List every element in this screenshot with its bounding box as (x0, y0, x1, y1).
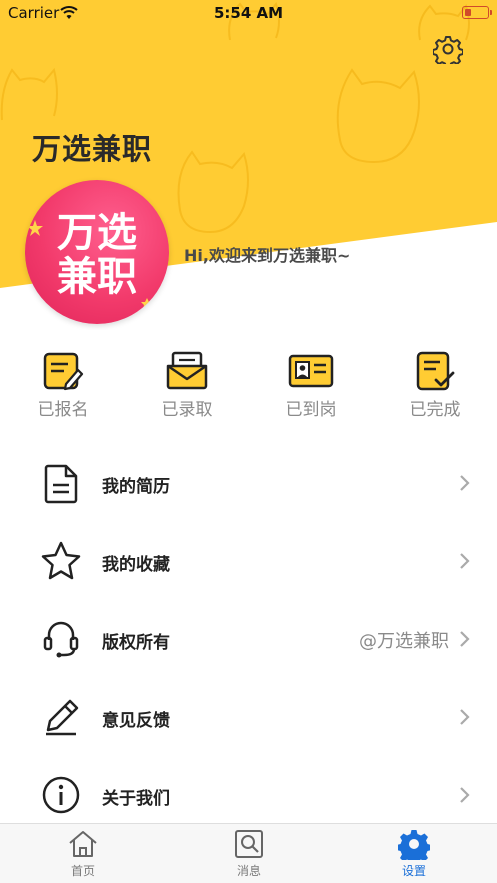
status-label: 已完成 (409, 400, 461, 420)
tab-bar: 首页 消息 设置 (0, 823, 497, 883)
copyright-value: @万选兼职 (359, 631, 449, 652)
completed-icon (416, 351, 455, 391)
menu-label: 意见反馈 (102, 711, 170, 731)
settings-icon (398, 830, 430, 860)
tab-label: 消息 (236, 864, 261, 878)
menu-label: 版权所有 (102, 633, 170, 653)
application-status-row: 已报名 已录取 已到岗 已完成 (0, 346, 497, 424)
gear-icon[interactable] (433, 34, 463, 64)
status-label: 已报名 (37, 400, 89, 420)
headset-icon (43, 621, 79, 658)
logo-text-bottom: 兼职 (57, 254, 137, 300)
profile-header: Carrier 5:54 AM 万选兼职 万选 兼职 Hi,欢迎来到万选兼职~ (0, 0, 497, 330)
tab-messages[interactable]: 消息 (166, 824, 332, 883)
on-duty-icon (288, 354, 334, 388)
resume-icon (44, 464, 78, 504)
menu-item-favorites[interactable]: 我的收藏 (0, 522, 497, 600)
tab-label: 首页 (70, 864, 95, 878)
battery-icon (462, 6, 492, 19)
chevron-right-icon (460, 631, 470, 647)
status-signed-up[interactable]: 已报名 (13, 346, 113, 424)
info-icon (42, 776, 80, 814)
logo-text-top: 万选 (57, 210, 137, 256)
chevron-right-icon (460, 787, 470, 803)
menu-label: 关于我们 (102, 789, 170, 809)
chevron-right-icon (460, 709, 470, 725)
signed-up-icon (43, 352, 84, 391)
menu-item-copyright[interactable]: 版权所有 @万选兼职 (0, 600, 497, 678)
status-on-duty[interactable]: 已到岗 (261, 346, 361, 424)
message-icon (235, 830, 263, 858)
status-label: 已到岗 (285, 400, 337, 420)
tab-home[interactable]: 首页 (0, 824, 166, 883)
welcome-text: Hi,欢迎来到万选兼职~ (184, 246, 351, 265)
menu-label: 我的收藏 (102, 555, 170, 575)
app-title: 万选兼职 (32, 132, 153, 166)
status-bar: Carrier 5:54 AM (0, 0, 497, 28)
status-label: 已录取 (161, 400, 213, 420)
chevron-right-icon (460, 475, 470, 491)
clock: 5:54 AM (213, 4, 284, 22)
status-admitted[interactable]: 已录取 (137, 346, 237, 424)
status-completed[interactable]: 已完成 (385, 346, 485, 424)
app-logo: 万选 兼职 (25, 180, 169, 324)
menu-item-resume[interactable]: 我的简历 (0, 444, 497, 522)
admitted-icon (166, 351, 208, 390)
tab-label: 设置 (401, 864, 426, 878)
menu-label: 我的简历 (102, 477, 170, 497)
menu-item-feedback[interactable]: 意见反馈 (0, 678, 497, 756)
chevron-right-icon (460, 553, 470, 569)
home-icon (69, 831, 97, 857)
pencil-icon (46, 699, 79, 736)
tab-settings[interactable]: 设置 (331, 824, 497, 883)
star-icon (41, 541, 81, 580)
